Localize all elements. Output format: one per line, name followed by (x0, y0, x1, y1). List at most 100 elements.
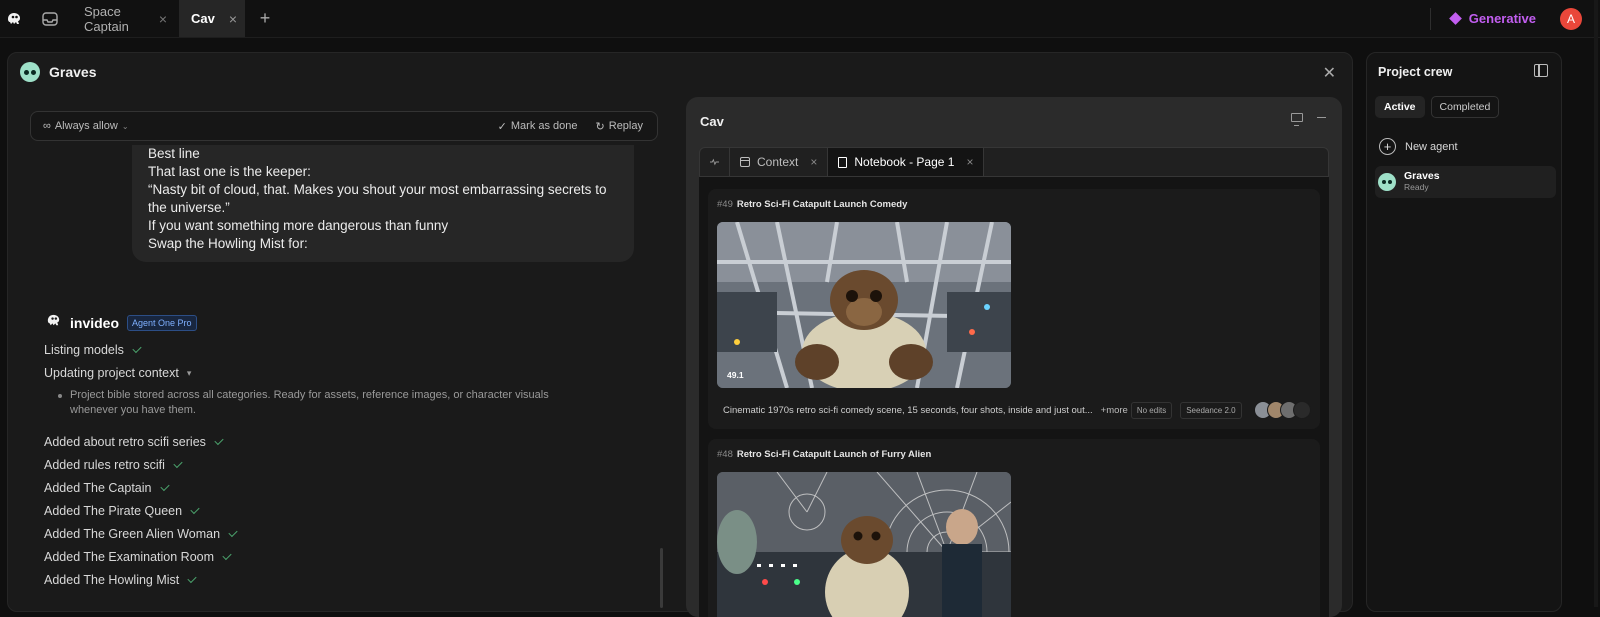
top-bar: Space Captain × Cav × + Generative A (0, 0, 1600, 38)
close-tab-icon[interactable]: × (229, 11, 237, 27)
cav-panel: Cav Context × Notebook - Page 1 × #49 Ret… (686, 97, 1342, 617)
tab-context[interactable]: Context × (730, 148, 829, 176)
card-title-text: Retro Sci-Fi Catapult Launch Comedy (736, 199, 908, 210)
close-tab-icon[interactable]: × (159, 11, 167, 27)
chat-scrollbar[interactable] (660, 548, 663, 608)
step-label: Added The Captain (44, 481, 152, 495)
app-logo-icon[interactable] (0, 0, 28, 37)
tab-label: Notebook - Page 1 (854, 155, 955, 169)
replay-label: Replay (608, 120, 643, 132)
edits-chip: No edits (1130, 401, 1173, 419)
step-label: Added rules retro scifi (44, 458, 165, 472)
tab-active[interactable]: Active (1375, 96, 1425, 118)
crew-agent-item[interactable]: Graves Ready (1375, 166, 1556, 198)
permission-dropdown[interactable]: ∞ Always allow ⌄ (43, 120, 129, 132)
message-line: Best line (148, 146, 200, 161)
user-message-bubble: Best line That last one is the keeper: “… (132, 145, 634, 262)
tab-label: Context (757, 155, 799, 169)
tab-space-captain[interactable]: Space Captain × (72, 0, 179, 37)
mark-done-button[interactable]: ✓ Mark as done (498, 120, 578, 133)
video-thumbnail[interactable]: 49.1 (717, 222, 1011, 388)
tab-label: Cav (191, 11, 215, 26)
plan-badge[interactable]: Generative (1448, 11, 1536, 26)
step-item: Listing models (44, 343, 142, 357)
inbox-icon[interactable] (28, 0, 72, 37)
check-icon (187, 573, 197, 584)
minimize-icon[interactable] (1317, 116, 1326, 119)
diamond-icon (1448, 12, 1462, 25)
card-title-text: Retro Sci-Fi Catapult Launch of Furry Al… (736, 449, 932, 460)
check-icon (159, 481, 170, 492)
new-agent-button[interactable]: + New agent (1379, 138, 1458, 155)
check-icon (132, 343, 142, 354)
new-agent-label: New agent (1405, 140, 1458, 153)
step-label: Added The Pirate Queen (44, 504, 183, 518)
message-line: “Nasty bit of cloud, that. Makes you sho… (148, 182, 607, 197)
card-number: #49 (717, 199, 733, 210)
plan-label: Generative (1468, 11, 1536, 26)
card-description: Cinematic 1970s retro sci-fi comedy scen… (723, 404, 1093, 416)
video-card[interactable]: #49Retro Sci-Fi Catapult Launch Comedy (708, 189, 1320, 429)
step-detail: Project bible stored across all categori… (58, 388, 578, 418)
model-chip: Seedance 2.0 (1180, 401, 1242, 419)
user-avatar[interactable]: A (1560, 7, 1582, 30)
permission-bar: ∞ Always allow ⌄ ✓ Mark as done ↻ Replay (30, 111, 658, 141)
chevron-down-icon: ▾ (186, 367, 192, 378)
card-footer: Cinematic 1970s retro sci-fi comedy scen… (723, 401, 1311, 419)
crew-agent-status: Ready (1404, 182, 1429, 192)
cockpit-scene-image (717, 222, 1011, 388)
crew-agent-name: Graves (1404, 170, 1440, 182)
step-item-expandable[interactable]: Updating project context ▾ (44, 366, 191, 380)
monitor-icon[interactable] (1291, 113, 1303, 126)
message-line: Swap the Howling Mist for: (148, 236, 308, 251)
step-label: Updating project context (44, 366, 179, 380)
replay-button[interactable]: ↻ Replay (596, 120, 643, 133)
window-scrollbar[interactable] (1594, 0, 1598, 607)
step-item: Added The Green Alien Woman (44, 527, 238, 541)
tab-completed[interactable]: Completed (1430, 96, 1500, 118)
tab-label: Space Captain (84, 3, 129, 34)
message-line: If you want something more dangerous tha… (148, 218, 449, 233)
sidebar-toggle-icon[interactable] (1534, 64, 1548, 77)
tab-cav[interactable]: Cav × (179, 0, 245, 37)
close-tab-icon[interactable]: × (810, 155, 817, 169)
step-label: Added The Howling Mist (44, 573, 180, 587)
check-icon (228, 527, 238, 538)
activity-tab[interactable] (700, 148, 730, 176)
reference-avatar (1292, 401, 1311, 419)
message-line: That last one is the keeper: (148, 164, 311, 179)
step-item: Added The Examination Room (44, 550, 232, 564)
agent-badge: Agent One Pro (127, 315, 197, 331)
check-icon (190, 504, 200, 515)
document-icon (838, 156, 848, 168)
permission-label: Always allow (54, 120, 118, 132)
chevron-down-icon: ⌄ (121, 121, 129, 131)
tab-notebook[interactable]: Notebook - Page 1 × (828, 148, 985, 176)
card-title: #48 Retro Sci-Fi Catapult Launch of Furry… (717, 449, 931, 460)
project-crew-sidebar: Project crew Active Completed + New agen… (1366, 52, 1562, 612)
video-thumbnail[interactable] (717, 472, 1011, 617)
step-label: Added The Green Alien Woman (44, 527, 221, 541)
new-tab-button[interactable]: + (245, 0, 285, 37)
step-item: Added about retro scifi series (44, 435, 224, 449)
more-link[interactable]: +more (1101, 405, 1128, 416)
step-label: Added about retro scifi series (44, 435, 206, 449)
agent-alien-icon (1378, 173, 1396, 191)
agent-response-header: invideo Agent One Pro (45, 312, 197, 334)
close-tab-icon[interactable]: × (966, 155, 973, 169)
divider (1429, 7, 1431, 30)
close-icon[interactable]: ✕ (1323, 63, 1336, 83)
check-icon (214, 435, 224, 446)
check-icon (173, 458, 183, 469)
step-item: Added The Pirate Queen (44, 504, 200, 518)
cav-title: Cav (700, 114, 724, 129)
reference-avatars (1253, 401, 1311, 419)
check-icon: ✓ (497, 120, 507, 133)
crew-title: Project crew (1378, 65, 1453, 79)
chat-header: Graves ✕ (8, 53, 1352, 91)
video-card[interactable]: #48 Retro Sci-Fi Catapult Launch of Furry… (708, 439, 1320, 617)
mark-done-label: Mark as done (510, 120, 578, 132)
infinity-icon: ∞ (43, 120, 51, 132)
plus-circle-icon: + (1379, 138, 1396, 155)
step-label: Added The Examination Room (44, 550, 215, 564)
